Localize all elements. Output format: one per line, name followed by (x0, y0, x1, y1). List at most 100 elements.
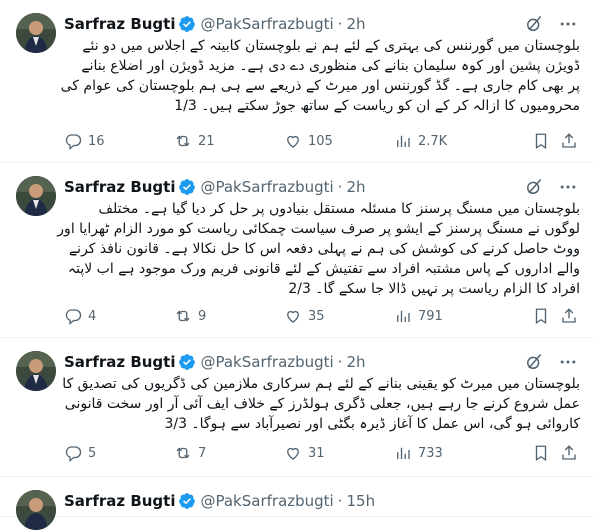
bookmark-icon (535, 445, 547, 462)
reply-icon (65, 446, 82, 462)
reply-button[interactable]: 4 (64, 307, 96, 325)
tweet-text-line: بلوچستان میں میرٹ کو یقینی بنانے کے لئے … (62, 376, 580, 392)
verified-badge-icon (178, 492, 196, 510)
tweet-text-line: ڈویژن پشین اور کوہ سلیمان بنانے کی منظور… (81, 58, 580, 74)
views-button[interactable]: 791 (394, 307, 443, 325)
share-button[interactable] (560, 307, 578, 325)
grok-icon[interactable] (524, 14, 544, 34)
like-count: 31 (308, 445, 325, 461)
heart-icon (287, 447, 299, 460)
repost-button[interactable]: 9 (174, 307, 206, 325)
author-handle[interactable]: @PakSarfrazbugti (200, 178, 333, 196)
repost-icon (176, 135, 190, 147)
tweet-text-line: بلوچستان میں مسنگ پرسنز کا مسئلہ مستقل ب… (98, 201, 581, 217)
tweet-text-line: افراد کا الزام ریاست پر نہیں ڈالا جا سکے… (288, 281, 580, 297)
tweet-text-line: بلوچستان میں گورننس کی بہتری کے لئے ہم ن… (82, 38, 580, 54)
author-name[interactable]: Sarfraz Bugti (64, 353, 175, 371)
tweet-text-line: محرومیوں کا ازالہ کر کے ان کو ریاست کے س… (174, 98, 580, 114)
share-icon (562, 445, 576, 460)
like-button[interactable]: 35 (284, 307, 325, 325)
tweet-feed: Sarfraz Bugti @PakSarfrazbugti · 2h بلوچ… (0, 0, 594, 530)
tweet-text: بلوچستان میں گورننس کی بہتری کے لئے ہم ن… (60, 36, 580, 116)
reply-button[interactable]: 16 (64, 132, 105, 150)
tweet-text-line: والے اداروں کے پاس مشتبہ افراد سے تفتیش … (67, 261, 580, 277)
tweet[interactable]: Sarfraz Bugti @PakSarfrazbugti · 2h بلوچ… (0, 163, 594, 338)
repost-button[interactable]: 21 (174, 132, 215, 150)
separator-dot: · (337, 15, 343, 33)
reply-count: 5 (88, 445, 97, 461)
avatar[interactable] (16, 490, 56, 530)
analytics-icon (397, 447, 410, 459)
share-icon (562, 308, 576, 323)
timestamp[interactable]: 2h (347, 178, 366, 196)
tweet-text-line: عمل شروع کرنے جا رہے ہیں، جعلی ڈگری ہولڈ… (64, 396, 580, 412)
like-count: 35 (308, 308, 325, 324)
tweet[interactable]: Sarfraz Bugti @PakSarfrazbugti · 15h (0, 477, 594, 530)
tweet[interactable]: Sarfraz Bugti @PakSarfrazbugti · 2h بلوچ… (0, 338, 594, 477)
reply-button[interactable]: 5 (64, 444, 96, 462)
timestamp[interactable]: 2h (347, 15, 366, 33)
views-button[interactable]: 2.7K (394, 132, 447, 150)
repost-icon (176, 447, 190, 459)
repost-count: 21 (198, 133, 215, 149)
share-button[interactable] (560, 132, 578, 150)
heart-icon (287, 135, 299, 148)
heart-icon (287, 310, 299, 323)
reply-icon (65, 134, 82, 150)
tweet-text-line: پر بھی کام جاری ہے۔ گڈ گورننس اور میرٹ ک… (60, 78, 580, 94)
like-count: 105 (308, 133, 333, 149)
author-name[interactable]: Sarfraz Bugti (64, 15, 175, 33)
tweet-text-line: لوگوں نے مسنگ پرسنز کے ایشو پر صرف سیاست… (57, 221, 580, 237)
share-icon (562, 133, 576, 148)
timestamp[interactable]: 15h (347, 492, 376, 510)
separator-dot: · (337, 492, 343, 510)
reply-count: 4 (88, 308, 97, 324)
analytics-icon (397, 310, 410, 322)
bookmark-button[interactable] (532, 132, 550, 150)
author-name[interactable]: Sarfraz Bugti (64, 492, 175, 510)
timestamp[interactable]: 2h (347, 353, 366, 371)
tweet-text: بلوچستان میں میرٹ کو یقینی بنانے کے لئے … (62, 374, 580, 434)
tweet-text-line: ووٹ حاصل کرنے کی کوشش کی ہم نے پہلی دفعہ… (68, 241, 580, 257)
views-button[interactable]: 733 (394, 444, 443, 462)
tweet-text-line: کاروائی ہو گی، اس عمل کا آغاز ڈیرہ بگٹی … (164, 416, 580, 432)
bookmark-icon (535, 308, 547, 325)
reply-icon (65, 309, 82, 325)
bookmark-button[interactable] (532, 307, 550, 325)
view-count: 2.7K (418, 133, 448, 149)
tweet[interactable]: Sarfraz Bugti @PakSarfrazbugti · 2h بلوچ… (0, 0, 594, 163)
repost-button[interactable]: 7 (174, 444, 206, 462)
tweet-actions: 5 7 31 733 (64, 443, 578, 463)
author-handle[interactable]: @PakSarfrazbugti (200, 492, 333, 510)
like-button[interactable]: 105 (284, 132, 333, 150)
repost-count: 9 (198, 308, 207, 324)
like-button[interactable]: 31 (284, 444, 325, 462)
author-handle[interactable]: @PakSarfrazbugti (200, 353, 333, 371)
tweet-actions: 4 9 35 791 (64, 306, 578, 326)
share-button[interactable] (560, 444, 578, 462)
verified-badge-icon (178, 15, 196, 33)
repost-icon (176, 310, 190, 322)
tweet-text: بلوچستان میں مسنگ پرسنز کا مسئلہ مستقل ب… (57, 199, 581, 299)
repost-count: 7 (198, 445, 207, 461)
avatar[interactable] (16, 176, 56, 216)
more-options-icon[interactable] (558, 352, 578, 372)
grok-icon[interactable] (524, 352, 544, 372)
more-options-icon[interactable] (558, 177, 578, 197)
separator-dot: · (337, 353, 343, 371)
author-name[interactable]: Sarfraz Bugti (64, 178, 175, 196)
avatar[interactable] (16, 351, 56, 391)
tweet-actions: 16 21 105 2.7K (64, 131, 578, 151)
bookmark-icon (535, 133, 547, 150)
view-count: 733 (418, 445, 443, 461)
more-options-icon[interactable] (558, 14, 578, 34)
grok-icon[interactable] (524, 177, 544, 197)
separator-dot: · (337, 178, 343, 196)
bookmark-button[interactable] (532, 444, 550, 462)
avatar[interactable] (16, 13, 56, 53)
view-count: 791 (418, 308, 443, 324)
verified-badge-icon (178, 178, 196, 196)
verified-badge-icon (178, 353, 196, 371)
author-handle[interactable]: @PakSarfrazbugti (200, 15, 333, 33)
analytics-icon (397, 135, 410, 147)
